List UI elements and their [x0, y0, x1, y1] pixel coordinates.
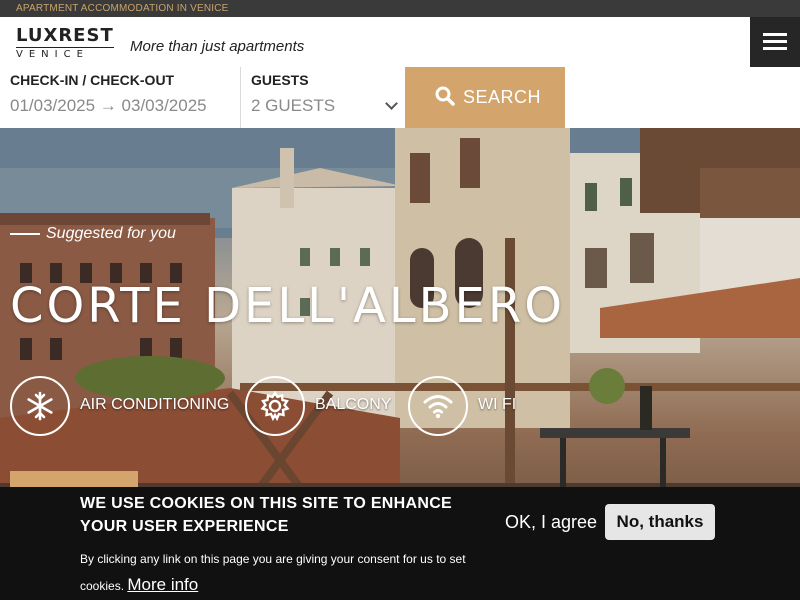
amenity-icon-circle: [245, 376, 305, 436]
cookie-title: WE USE COOKIES ON THIS SITE TO ENHANCE Y…: [80, 495, 453, 535]
guests-select[interactable]: GUESTS 2 GUESTS: [241, 67, 405, 128]
logo[interactable]: LUXREST VENICE: [16, 27, 114, 61]
snowflake-icon: [27, 391, 53, 421]
menu-button[interactable]: [750, 17, 800, 67]
search-label: SEARCH: [463, 87, 542, 107]
guests-value: 2 GUESTS: [251, 96, 336, 115]
site-header: LUXREST VENICE More than just apartments: [0, 17, 800, 67]
logo-line-1: LUXREST: [16, 25, 114, 46]
tagline: More than just apartments: [130, 38, 305, 55]
cookie-banner: WE USE COOKIES ON THIS SITE TO ENHANCE Y…: [0, 487, 800, 600]
search-icon: [435, 86, 455, 106]
property-title[interactable]: CORTE DELL'ALBERO: [10, 278, 565, 334]
wifi-icon: [423, 395, 453, 419]
amenity-label: AIR CONDITIONING: [80, 396, 230, 413]
date-range-label: CHECK-IN / CHECK-OUT: [10, 72, 175, 88]
chevron-down-icon: [385, 97, 398, 110]
amenity-icon-circle: [408, 376, 468, 436]
guests-label: GUESTS: [251, 72, 309, 88]
amenity-icon-circle: [10, 376, 70, 436]
date-range-value: 01/03/2025 → 03/03/2025: [10, 96, 207, 115]
search-button[interactable]: SEARCH: [405, 67, 565, 128]
agree-button[interactable]: OK, I agree: [505, 512, 597, 533]
cookie-body: By clicking any link on this page you ar…: [80, 547, 480, 599]
suggested-eyebrow: Suggested for you: [10, 225, 176, 243]
top-strip-text: APARTMENT ACCOMMODATION IN VENICE: [16, 3, 229, 14]
amenity-label: WI FI: [478, 396, 517, 413]
gear-icon: [260, 391, 290, 421]
more-info-link[interactable]: More info: [127, 575, 198, 594]
amenity-label: BALCONY: [315, 396, 392, 413]
top-strip: APARTMENT ACCOMMODATION IN VENICE: [0, 0, 800, 17]
logo-line-2: VENICE: [16, 47, 114, 61]
booking-bar: CHECK-IN / CHECK-OUT 01/03/2025 → 03/03/…: [0, 67, 800, 128]
date-range-field[interactable]: CHECK-IN / CHECK-OUT 01/03/2025 → 03/03/…: [0, 67, 241, 128]
decline-button[interactable]: No, thanks: [605, 504, 715, 540]
